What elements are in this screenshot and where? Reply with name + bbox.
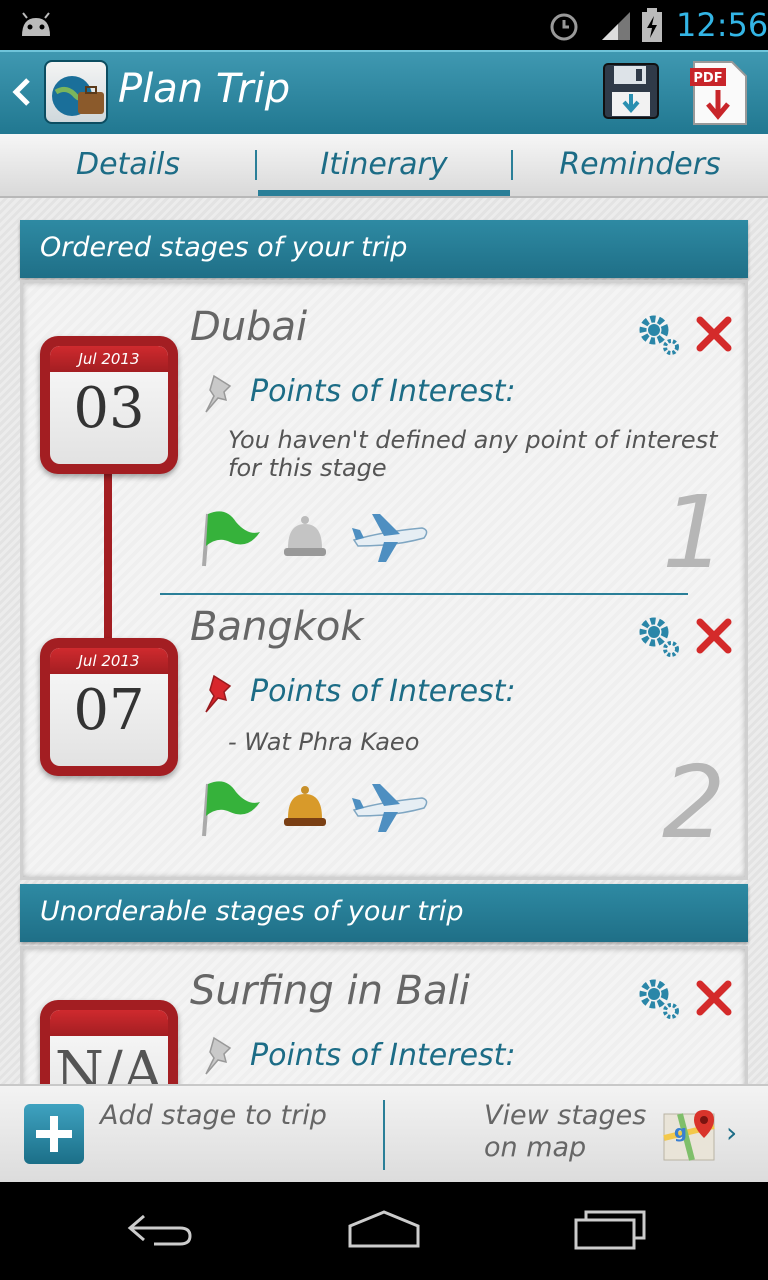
view-on-map-button[interactable]: View stages on map g › xyxy=(386,1086,768,1182)
bottom-action-bar: Add stage to trip View stages on map g › xyxy=(0,1084,768,1182)
hotel-bell-icon xyxy=(284,516,326,556)
stage-name: Surfing in Bali xyxy=(190,968,470,1014)
hotel-bell-icon xyxy=(284,786,326,826)
itinerary-content[interactable]: Ordered stages of your trip Jul 2013 03 … xyxy=(0,198,768,1084)
delete-x-icon[interactable] xyxy=(696,316,732,352)
status-bar: 12:56 xyxy=(0,0,768,50)
maps-icon: g xyxy=(663,1110,715,1161)
android-icon xyxy=(22,12,50,36)
calendar-day: 07 xyxy=(73,678,145,743)
calendar-day: 03 xyxy=(73,376,145,441)
pdf-download-icon[interactable]: PDF xyxy=(688,60,750,126)
poi-label: Points of Interest: xyxy=(250,674,516,709)
delete-x-icon[interactable] xyxy=(696,980,732,1016)
poi-label: Points of Interest: xyxy=(250,374,516,409)
gear-icon[interactable] xyxy=(634,310,682,358)
poi-text: You haven't defined any point of interes… xyxy=(228,426,718,482)
battery-icon xyxy=(642,8,662,42)
calendar-day: N/A xyxy=(54,1040,164,1084)
recent-apps-nav-icon[interactable] xyxy=(574,1208,646,1250)
airplane-icon xyxy=(352,784,428,832)
calendar-badge: Jul 2013 07 xyxy=(40,638,178,776)
status-time: 12:56 xyxy=(676,6,768,44)
pin-icon xyxy=(205,1036,232,1075)
calendar-month: Jul 2013 xyxy=(50,648,168,674)
poi-label: Points of Interest: xyxy=(250,1038,516,1073)
airplane-icon xyxy=(352,514,428,562)
alarm-icon xyxy=(550,13,578,41)
home-nav-icon[interactable] xyxy=(346,1208,422,1250)
tab-bar: Details Itinerary Reminders xyxy=(0,134,768,198)
calendar-month xyxy=(50,1010,168,1036)
delete-x-icon[interactable] xyxy=(696,618,732,654)
save-floppy-icon[interactable] xyxy=(600,60,662,122)
chevron-right-icon: › xyxy=(726,1116,738,1149)
tab-reminders[interactable]: Reminders xyxy=(512,134,768,196)
plus-icon xyxy=(24,1104,84,1164)
add-stage-label: Add stage to trip xyxy=(100,1100,327,1131)
add-stage-button[interactable]: Add stage to trip xyxy=(0,1086,384,1182)
gear-icon[interactable] xyxy=(634,974,682,1022)
tab-details[interactable]: Details xyxy=(0,134,256,196)
view-on-map-label: View stages on map xyxy=(484,1100,647,1163)
flag-icon xyxy=(202,781,260,837)
stage-name: Dubai xyxy=(190,304,308,350)
navigation-bar xyxy=(0,1182,768,1280)
calendar-badge: Jul 2013 03 xyxy=(40,336,178,474)
stage-name: Bangkok xyxy=(190,604,364,650)
tab-itinerary[interactable]: Itinerary xyxy=(256,134,512,196)
pin-icon xyxy=(205,674,232,713)
unordered-section-header: Unorderable stages of your trip xyxy=(20,884,748,942)
bottom-separator xyxy=(383,1100,385,1170)
signal-icon xyxy=(602,12,630,40)
calendar-month: Jul 2013 xyxy=(50,346,168,372)
stage-divider xyxy=(160,593,688,595)
ordered-section-header: Ordered stages of your trip xyxy=(20,220,748,278)
action-bar: Plan Trip PDF xyxy=(0,50,768,134)
back-nav-icon[interactable] xyxy=(124,1208,196,1248)
back-chevron-icon[interactable] xyxy=(10,74,34,110)
svg-text:PDF: PDF xyxy=(693,71,722,86)
calendar-badge: N/A xyxy=(40,1000,178,1084)
svg-text:g: g xyxy=(674,1122,687,1143)
gear-icon[interactable] xyxy=(634,612,682,660)
timeline-connector xyxy=(104,472,112,642)
stage-order-number: 1 xyxy=(662,474,726,591)
pin-icon xyxy=(205,374,232,413)
poi-text: - Wat Phra Kaeo xyxy=(228,728,420,756)
stage-order-number: 2 xyxy=(662,744,726,861)
flag-icon xyxy=(202,511,260,567)
app-logo[interactable] xyxy=(44,60,108,124)
globe-suitcase-icon xyxy=(52,76,104,116)
page-title: Plan Trip xyxy=(118,66,291,112)
